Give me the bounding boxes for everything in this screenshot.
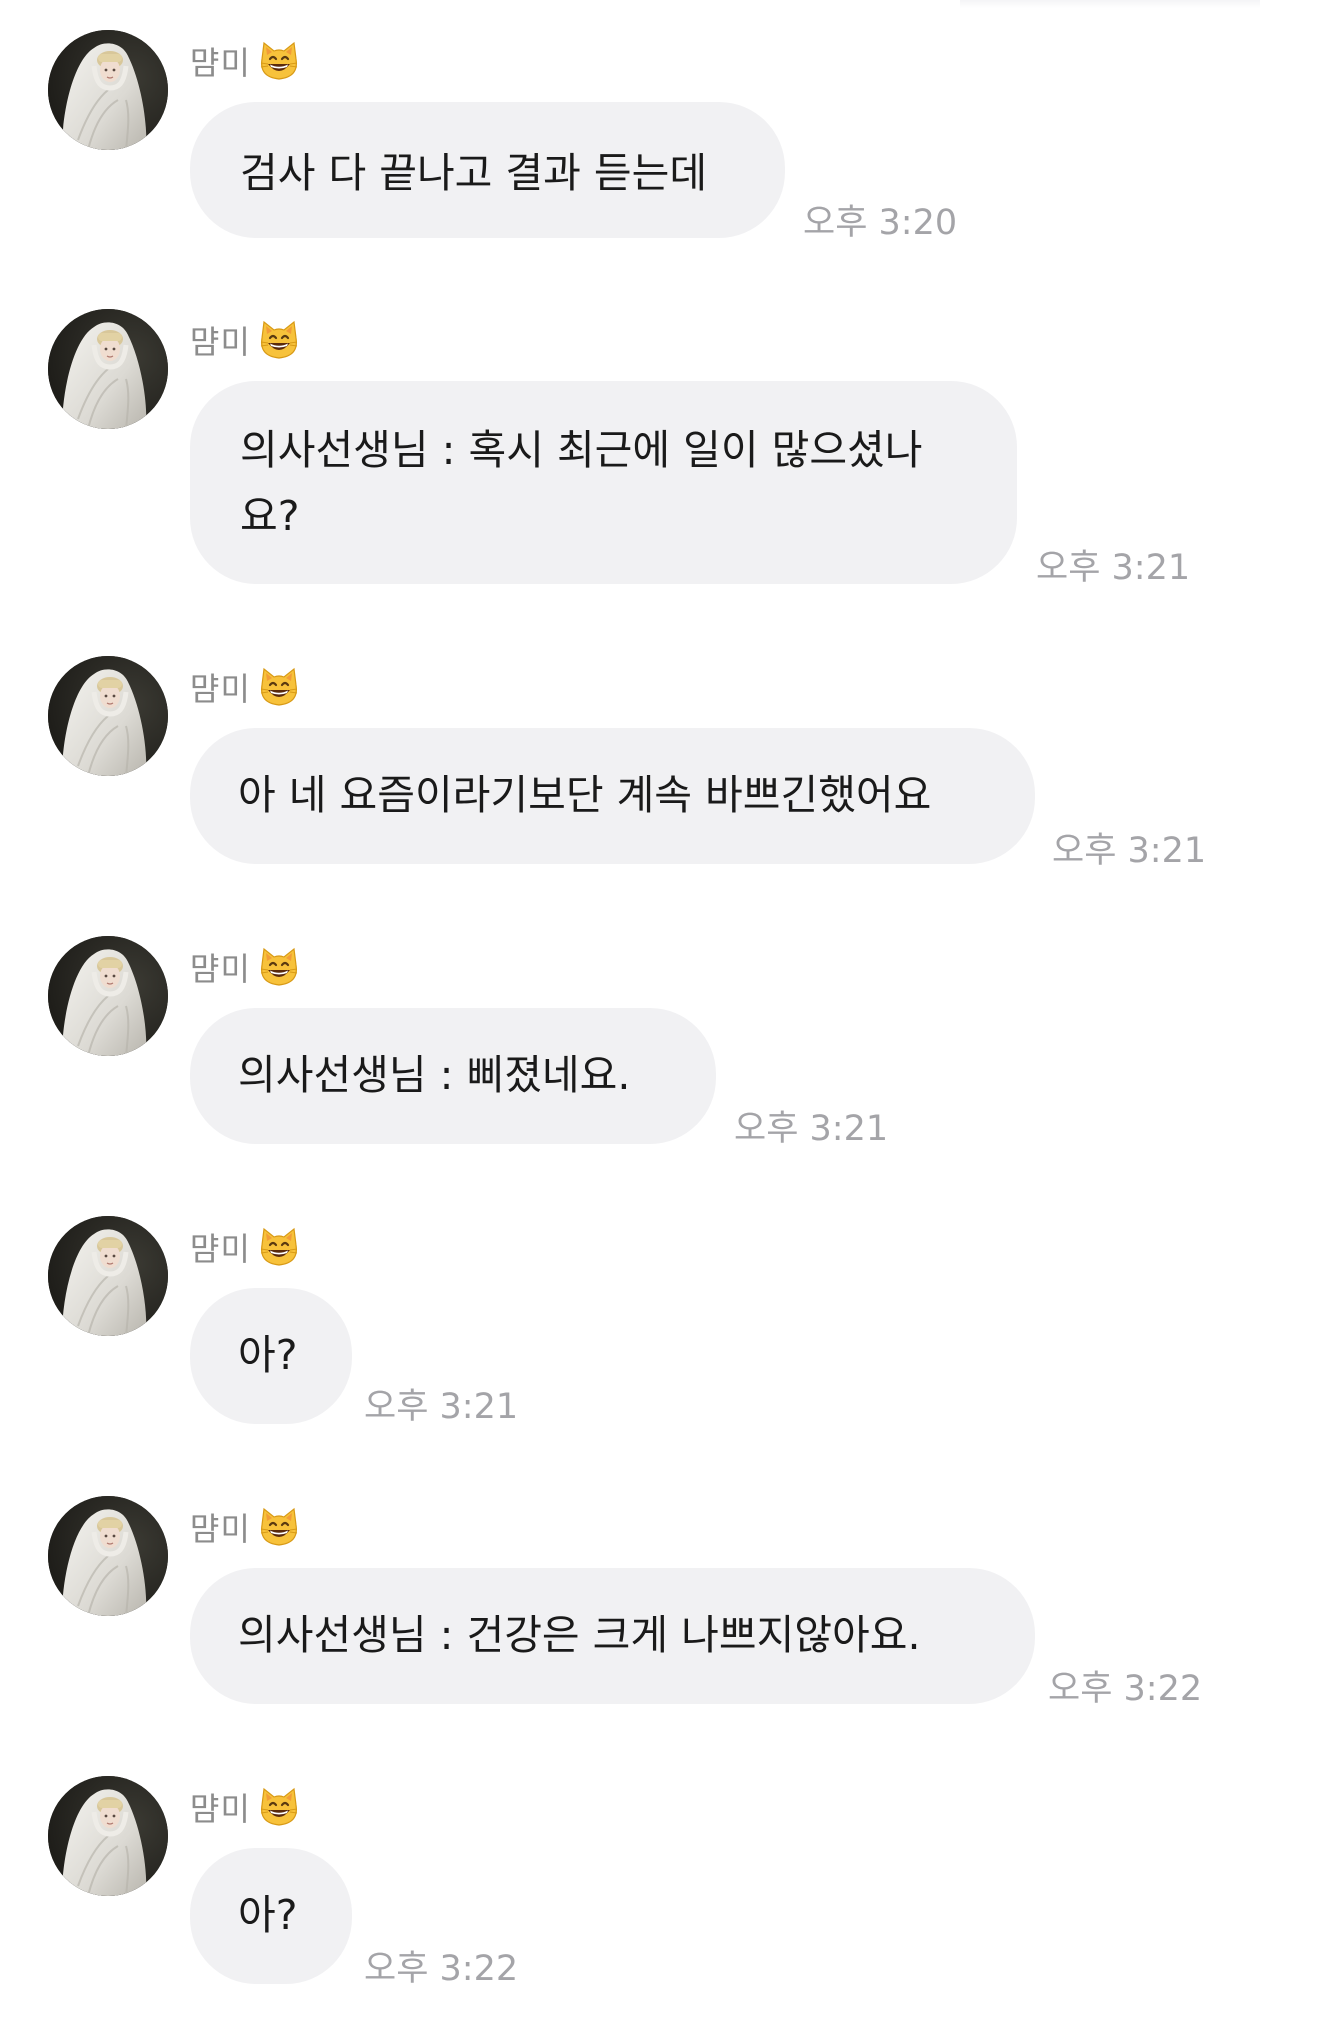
grinning-cat-icon (257, 1225, 301, 1269)
sender-header: 먐미 (190, 942, 301, 992)
message-row: 먐미 아? 오후 3:21 (0, 1216, 1320, 1436)
sender-name: 먐미 (190, 44, 251, 82)
message-row: 먐미 아 네 요즘이라기보단 계속 바쁘긴했어요 오후 3:21 (0, 656, 1320, 876)
grinning-cat-icon (257, 665, 301, 709)
sender-name: 먐미 (190, 323, 251, 361)
sender-name: 먐미 (190, 1230, 251, 1268)
avatar[interactable] (48, 1496, 168, 1616)
top-edge (960, 0, 1260, 8)
sender-name: 먐미 (190, 1510, 251, 1548)
sender-header: 먐미 (190, 36, 301, 86)
message-row: 먐미 검사 다 끝나고 결과 듣는데 오후 3:20 (0, 30, 1320, 250)
message-bubble[interactable]: 의사선생님 : 건강은 크게 나쁘지않아요. (190, 1568, 1035, 1704)
avatar[interactable] (48, 1216, 168, 1336)
grinning-cat-icon (257, 1505, 301, 1549)
message-time: 오후 3:21 (364, 1387, 519, 1427)
grinning-cat-icon (257, 945, 301, 989)
message-time: 오후 3:21 (1052, 831, 1207, 871)
message-time: 오후 3:21 (1036, 548, 1191, 588)
message-bubble[interactable]: 의사선생님 : 혹시 최근에 일이 많으셨나 요? (190, 381, 1017, 584)
sender-header: 먐미 (190, 315, 301, 365)
grinning-cat-icon (257, 1785, 301, 1829)
chat-log: 먐미 검사 다 끝나고 결과 듣는데 오후 3:20 먐미 의사선생님: 혹시… (0, 0, 1320, 2033)
avatar[interactable] (48, 30, 168, 150)
sender-header: 먐미 (190, 1502, 301, 1552)
message-time: 오후 3:20 (803, 203, 958, 243)
grinning-cat-icon (257, 318, 301, 362)
message-bubble[interactable]: 아? (190, 1848, 352, 1984)
message-bubble[interactable]: 의사선생님 : 삐졌네요. (190, 1008, 716, 1144)
sender-header: 먐미 (190, 1222, 301, 1272)
avatar[interactable] (48, 656, 168, 776)
sender-header: 먐미 (190, 662, 301, 712)
message-bubble[interactable]: 아 네 요즘이라기보단 계속 바쁘긴했어요 (190, 728, 1035, 864)
sender-header: 먐미 (190, 1782, 301, 1832)
sender-name: 먐미 (190, 1790, 251, 1828)
grinning-cat-icon (257, 39, 301, 83)
message-row: 먐미 아? 오후 3:22 (0, 1776, 1320, 2016)
message-row: 먐미 의사선생님 : 삐졌네요. 오후 3:21 (0, 936, 1320, 1156)
message-time: 오후 3:21 (734, 1109, 889, 1149)
avatar[interactable] (48, 936, 168, 1056)
message-row: 먐미 의사선생님 : 혹시 최근에 일이 많으셨나 요? 오후 3:21 (0, 309, 1320, 609)
avatar[interactable] (48, 1776, 168, 1896)
sender-name: 먐미 (190, 670, 251, 708)
message-row: 먐미 의사선생님 : 건강은 크게 나쁘지않아요. 오후 3:22 (0, 1496, 1320, 1716)
avatar[interactable] (48, 309, 168, 429)
message-bubble[interactable]: 아? (190, 1288, 352, 1424)
message-bubble[interactable]: 검사 다 끝나고 결과 듣는데 (190, 102, 785, 238)
message-time: 오후 3:22 (1048, 1669, 1203, 1709)
sender-name: 먐미 (190, 950, 251, 988)
message-time: 오후 3:22 (364, 1949, 519, 1989)
